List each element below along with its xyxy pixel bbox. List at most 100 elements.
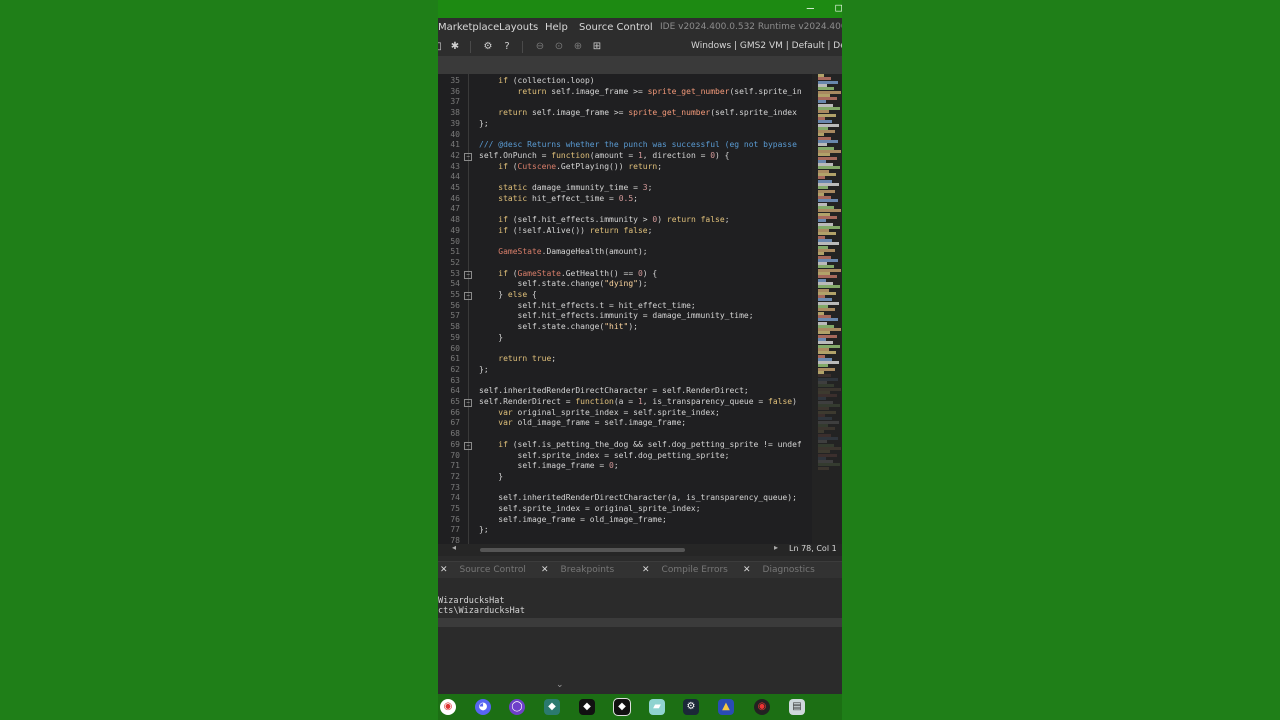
fold-toggle-icon[interactable]: − [464, 441, 472, 450]
code-line[interactable]: 53− if (GameState.GetHealth() == 0) { [438, 269, 812, 280]
discord-icon[interactable]: ◕ [475, 699, 491, 715]
close-icon[interactable]: ✕ [541, 565, 549, 575]
code-line[interactable]: 61 return true; [438, 354, 812, 365]
code-line[interactable]: 64 self.inheritedRenderDirectCharacter = … [438, 386, 812, 397]
code-line[interactable]: 77}; [438, 525, 812, 536]
close-icon[interactable]: ✕ [642, 565, 650, 575]
code-text: self.sprite_index = original_sprite_inde… [479, 504, 701, 513]
code-line[interactable]: 65− self.RenderDirect = function(a = 1, i… [438, 397, 812, 408]
code-text: if (self.is_petting_the_dog && self.dog_… [498, 439, 802, 449]
chrome-dev-icon[interactable]: ◉ [754, 699, 770, 715]
fold-toggle-icon[interactable]: − [464, 152, 472, 161]
code-line[interactable]: 50 [438, 237, 812, 248]
tab-breakpoints[interactable]: ✕ Breakpoints [541, 564, 614, 576]
code-line[interactable]: 56 self.hit_effects.t = hit_effect_time; [438, 301, 812, 312]
zoom-reset-icon[interactable]: ⊙ [552, 40, 566, 54]
debug-icon[interactable]: ✱ [448, 40, 462, 54]
code-line[interactable]: 36 return self.image_frame >= sprite_get… [438, 87, 812, 98]
code-text: } [479, 332, 504, 342]
code-line[interactable]: 41 /// @desc Returns whether the punch wa… [438, 140, 812, 151]
terminal-icon[interactable]: ▤ [789, 699, 805, 715]
github-icon[interactable]: ◯ [509, 699, 525, 715]
code-line[interactable]: 44 [438, 172, 812, 183]
gamemaker-icon[interactable]: ◆ [579, 699, 595, 715]
code-line[interactable]: 58 self.state.change("hit"); [438, 322, 812, 333]
code-line[interactable]: 39}; [438, 119, 812, 130]
tab-compile-errors[interactable]: ✕ Compile Errors [642, 564, 728, 576]
close-icon[interactable]: ✕ [440, 565, 448, 575]
help-icon[interactable]: ? [500, 40, 514, 54]
line-number: 46 [450, 193, 460, 203]
code-line[interactable]: 70 self.sprite_index = self.dog_petting_… [438, 451, 812, 462]
code-editor[interactable]: 35 if (collection.loop) 36 return self.im… [438, 74, 812, 544]
tab-source-control[interactable]: ✕ Source Control [440, 564, 526, 576]
scroll-right-icon[interactable]: ▸ [774, 543, 778, 552]
fold-toggle-icon[interactable]: − [464, 270, 472, 279]
code-line[interactable]: 42− self.OnPunch = function(amount = 1, d… [438, 151, 812, 162]
code-line[interactable]: 52 [438, 258, 812, 269]
code-line[interactable]: 60 [438, 344, 812, 355]
chevron-down-icon[interactable]: ⌄ [556, 680, 564, 690]
code-line[interactable]: 35 if (collection.loop) [438, 76, 812, 87]
code-line[interactable]: 78 [438, 536, 812, 544]
code-line[interactable]: 51 GameState.DamageHealth(amount); [438, 247, 812, 258]
run-icon[interactable]: ▯ [438, 40, 446, 54]
menu-layouts[interactable]: Layouts [499, 22, 538, 33]
code-line[interactable]: 66 var original_sprite_index = self.spri… [438, 408, 812, 419]
close-icon[interactable]: ✕ [743, 565, 751, 575]
code-text: self.state.change("dying"); [479, 279, 648, 289]
code-line[interactable]: 49 if (!self.Alive()) return false; [438, 226, 812, 237]
steam-icon[interactable]: ⚙ [683, 699, 699, 715]
code-line[interactable]: 47 [438, 204, 812, 215]
tab-diagnostics[interactable]: ✕ Diagnostics [743, 564, 815, 576]
code-line[interactable]: 71 self.image_frame = 0; [438, 461, 812, 472]
code-line[interactable]: 57 self.hit_effects.immunity = damage_im… [438, 311, 812, 322]
zoom-out-icon[interactable]: ⊖ [533, 40, 547, 54]
target-selector[interactable]: Windows | GMS2 VM | Default | Def [691, 41, 842, 51]
menu-marketplace[interactable]: Marketplace [438, 22, 499, 33]
code-line[interactable]: 46 static hit_effect_time = 0.5; [438, 194, 812, 205]
chrome-icon[interactable]: ◉ [440, 699, 456, 715]
code-line[interactable]: 63 [438, 376, 812, 387]
code-line[interactable]: 62}; [438, 365, 812, 376]
workspace-icon[interactable]: ⊞ [590, 40, 604, 54]
gamemaker-icon[interactable]: ◆ [613, 698, 631, 716]
minimap[interactable] [812, 74, 842, 544]
line-number: 42 [450, 150, 460, 160]
line-number: 61 [450, 354, 460, 364]
minimize-button[interactable]: — [807, 1, 814, 15]
code-line[interactable]: 69− if (self.is_petting_the_dog && self.… [438, 440, 812, 451]
code-line[interactable]: 48 if (self.hit_effects.immunity > 0) re… [438, 215, 812, 226]
code-line[interactable]: 55− } else { [438, 290, 812, 301]
code-line[interactable]: 75 self.sprite_index = original_sprite_i… [438, 504, 812, 515]
app-icon[interactable]: ▲ [718, 699, 734, 715]
maximize-button[interactable]: □ [835, 1, 842, 14]
code-text: if (GameState.GetHealth() == 0) { [498, 268, 658, 278]
line-number: 64 [450, 386, 460, 396]
fold-toggle-icon[interactable]: − [464, 292, 472, 300]
horizontal-scrollbar[interactable] [480, 548, 685, 552]
code-line[interactable]: 76 self.image_frame = old_image_frame; [438, 515, 812, 526]
menu-help[interactable]: Help [545, 22, 568, 33]
code-line[interactable]: 37 [438, 97, 812, 108]
code-line[interactable]: 67 var old_image_frame = self.image_fram… [438, 418, 812, 429]
menu-source-control[interactable]: Source Control [579, 22, 653, 33]
code-line[interactable]: 43 if (Cutscene.GetPlaying()) return; [438, 162, 812, 173]
code-line[interactable]: 73 [438, 483, 812, 494]
code-line[interactable]: 72 } [438, 472, 812, 483]
code-line[interactable]: 54 self.state.change("dying"); [438, 279, 812, 290]
code-line[interactable]: 68 [438, 429, 812, 440]
code-line[interactable]: 40 [438, 130, 812, 141]
code-text: return self.image_frame >= sprite_get_nu… [498, 108, 797, 118]
gear-icon[interactable]: ⚙ [481, 40, 495, 54]
scroll-left-icon[interactable]: ◂ [452, 543, 456, 552]
code-line[interactable]: 59 } [438, 333, 812, 344]
line-number: 70 [450, 450, 460, 460]
code-line[interactable]: 74 self.inheritedRenderDirectCharacter(a… [438, 493, 812, 504]
zoom-in-icon[interactable]: ⊕ [571, 40, 585, 54]
gamemaker-icon[interactable]: ◆ [544, 699, 560, 715]
files-icon[interactable]: ▰ [649, 699, 665, 715]
code-line[interactable]: 38 return self.image_frame >= sprite_get… [438, 108, 812, 119]
code-line[interactable]: 45 static damage_immunity_time = 3; [438, 183, 812, 194]
fold-toggle-icon[interactable]: − [464, 399, 472, 407]
